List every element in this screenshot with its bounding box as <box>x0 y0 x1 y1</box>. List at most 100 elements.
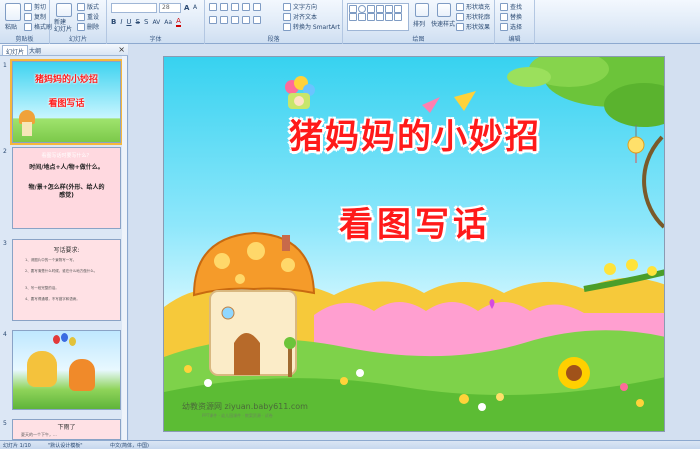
strikethrough-icon[interactable]: S <box>136 18 140 26</box>
binoculars-icon <box>500 2 508 11</box>
select-label: 选择 <box>510 24 523 31</box>
increase-indent-icon[interactable] <box>242 3 250 11</box>
slide-canvas[interactable]: 猪妈妈的小妙招 看图写话 幼教资源网 ziyuan.baby611.com PP… <box>163 56 665 432</box>
line-spacing-icon[interactable] <box>253 3 261 11</box>
quick-styles-button[interactable]: 快速样式 <box>431 19 455 28</box>
align-left-icon[interactable] <box>209 16 217 24</box>
thumb-number-2: 2 <box>3 148 7 155</box>
text-direction-label: 文字方向 <box>293 4 318 11</box>
underline-icon[interactable]: U <box>126 18 131 26</box>
thumb-2-line-1: 时间/地点+人/物+做什么。 <box>29 164 104 171</box>
thumb-5-header: 下雨了 <box>57 424 76 431</box>
font-shrink-icon: A <box>193 4 198 11</box>
shadow-icon[interactable]: S <box>144 18 148 26</box>
line-shape-icon[interactable] <box>367 5 375 13</box>
slide-thumbnail-3[interactable]: 写话要求: 1、请图片中的一个景物写一写。 2、要写清楚什么时候，谁在什么地方做… <box>12 239 121 321</box>
arrow-shape-icon[interactable] <box>376 5 384 13</box>
more-shapes-icon[interactable] <box>394 13 402 21</box>
shape-fill-button[interactable]: 形状填充 <box>456 2 490 11</box>
brace-shape-icon[interactable] <box>358 13 366 21</box>
font-color-icon[interactable]: A <box>176 17 181 27</box>
shape-outline-button[interactable]: 形状轮廓 <box>456 12 490 21</box>
align-center-icon[interactable] <box>220 16 228 24</box>
thumb-1-title: 猪妈妈的小妙招 <box>34 75 98 85</box>
block-arrow-shape-icon[interactable] <box>385 13 393 21</box>
find-button[interactable]: 查找 <box>500 2 522 11</box>
oval-shape-icon[interactable] <box>358 5 366 13</box>
columns-icon[interactable] <box>253 16 261 24</box>
tab-slides[interactable]: 幻灯片 <box>2 45 29 56</box>
balloon-character <box>285 76 315 109</box>
justify-icon[interactable] <box>242 16 250 24</box>
cut-label: 剪切 <box>34 4 47 11</box>
new-slide-icon[interactable] <box>56 3 72 17</box>
cut-button[interactable]: 剪切 <box>24 2 46 11</box>
new-slide-button[interactable]: 新建 幻灯片 <box>54 19 72 33</box>
slide-thumbnail-2[interactable]: 看图写话时要写什么？ 时间/地点+人/物+做什么。 物/景+怎么样(外形、给人的… <box>12 147 121 229</box>
decrease-indent-icon[interactable] <box>231 3 239 11</box>
align-text-button[interactable]: 对齐文本 <box>283 12 317 21</box>
slide-subtitle[interactable]: 看图写话 <box>164 197 664 246</box>
cursor-icon <box>500 22 508 31</box>
font-name-combo[interactable] <box>111 3 157 13</box>
slide-thumbnail-4[interactable] <box>12 330 121 410</box>
reset-button[interactable]: 重设 <box>77 12 99 21</box>
smartart-button[interactable]: 转换为 SmartArt <box>283 22 340 31</box>
arrange-icon[interactable] <box>415 3 429 17</box>
font-shrink-button[interactable]: A <box>193 4 197 11</box>
smartart-icon <box>283 22 291 31</box>
callout-shape-icon[interactable] <box>376 13 384 21</box>
select-button[interactable]: 选择 <box>500 22 522 31</box>
shape-fill-label: 形状填充 <box>466 4 491 11</box>
list-row <box>209 3 261 11</box>
font-style-row: B I U S S AV Aa A <box>111 17 181 27</box>
layout-label: 版式 <box>87 4 100 11</box>
star-shape-icon[interactable] <box>367 13 375 21</box>
paragraph-group-label: 段落 <box>267 36 280 43</box>
panel-scrollbar[interactable] <box>122 56 127 440</box>
curve-shape-icon[interactable] <box>349 13 357 21</box>
text-direction-button[interactable]: 文字方向 <box>283 2 317 11</box>
thumb-number-1: 1 <box>3 62 7 69</box>
rectangle-shape-icon[interactable] <box>349 5 357 13</box>
align-right-icon[interactable] <box>231 16 239 24</box>
shapes-gallery[interactable] <box>347 3 409 31</box>
quick-styles-icon[interactable] <box>437 3 451 17</box>
paste-button[interactable]: 粘贴 <box>5 22 17 31</box>
delete-button[interactable]: 删除 <box>77 22 99 31</box>
thumb-number-3: 3 <box>3 240 7 247</box>
paste-icon[interactable] <box>5 3 21 21</box>
char-spacing-icon[interactable]: AV <box>152 19 160 26</box>
replace-button[interactable]: 替换 <box>500 12 522 21</box>
layout-button[interactable]: 版式 <box>77 2 99 11</box>
arrange-button[interactable]: 排列 <box>413 19 425 28</box>
clipboard-group: 粘贴 剪切 复制 格式刷 剪贴板 <box>0 0 52 44</box>
close-icon[interactable]: × <box>118 45 125 54</box>
ribbon: 粘贴 剪切 复制 格式刷 剪贴板 新建 幻灯片 版式 重设 删除 幻灯片 28 … <box>0 0 700 44</box>
tab-outline[interactable]: 大纲 <box>26 45 44 55</box>
thumb-4-balloon-1 <box>53 335 60 344</box>
shape-effects-button[interactable]: 形状效果 <box>456 22 490 31</box>
numbering-icon[interactable] <box>220 3 228 11</box>
change-case-icon[interactable]: Aa <box>164 19 172 26</box>
slide-thumbnail-1[interactable]: 猪妈妈的小妙招 看图写话 <box>10 59 123 145</box>
slide-thumbnail-5[interactable]: 下雨了 夏天的一个下午，... <box>12 419 121 440</box>
arrange-label: 排列 <box>413 21 426 28</box>
font-size-combo[interactable]: 28 <box>159 3 181 13</box>
brush-icon <box>24 22 32 31</box>
align-text-icon <box>283 12 291 21</box>
font-group-label: 字体 <box>149 36 162 43</box>
format-painter-button[interactable]: 格式刷 <box>24 22 52 31</box>
reset-label: 重设 <box>87 14 100 21</box>
textbox-shape-icon[interactable] <box>394 5 402 13</box>
copy-icon <box>24 12 32 21</box>
shape-outline-label: 形状轮廓 <box>466 14 491 21</box>
font-grow-button[interactable]: A <box>184 4 189 12</box>
copy-button[interactable]: 复制 <box>24 12 46 21</box>
triangle-shape-icon[interactable] <box>385 5 393 13</box>
slide-title[interactable]: 猪妈妈的小妙招 <box>164 109 664 158</box>
thumb-3-item-3: 3、写一段完整的话。 <box>25 286 59 290</box>
bold-icon[interactable]: B <box>111 18 116 26</box>
bullets-icon[interactable] <box>209 3 217 11</box>
italic-icon[interactable]: I <box>120 18 122 26</box>
